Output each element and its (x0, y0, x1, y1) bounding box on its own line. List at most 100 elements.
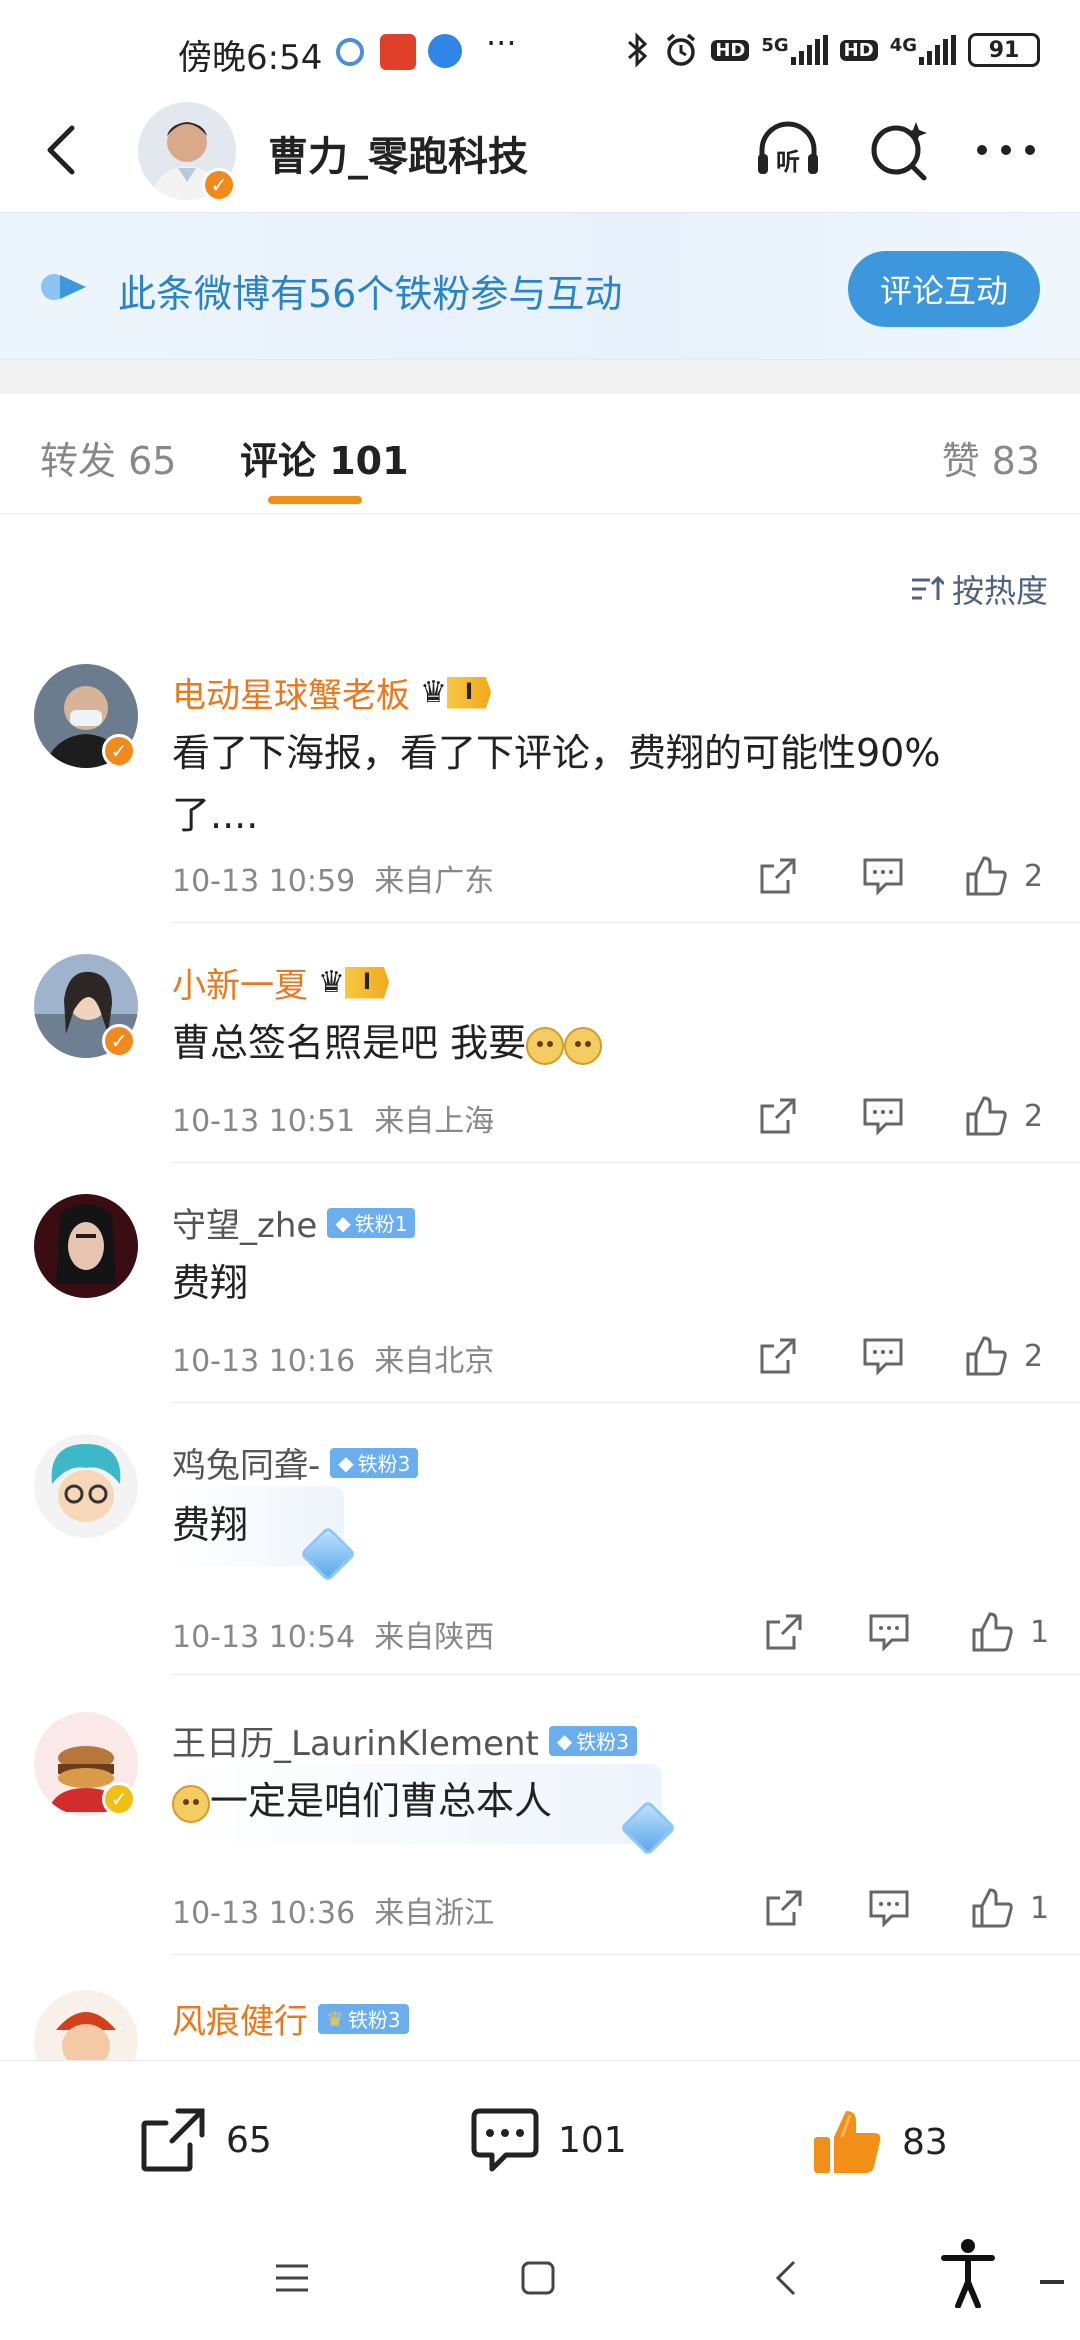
thumbs-up-icon (966, 856, 1007, 896)
comment-meta: 10-13 10:54 来自陕西 (172, 1620, 495, 1655)
app-notification-icon (336, 38, 364, 66)
diamond-icon: ◆ (556, 1728, 573, 1753)
reply-icon[interactable] (862, 856, 904, 896)
comment-button[interactable]: 101 (470, 2107, 627, 2173)
hd-badge: HD (711, 39, 750, 61)
tab-comments[interactable]: 评论 101 (240, 430, 409, 485)
like-button[interactable]: 1 (970, 1610, 1049, 1654)
commenter-name[interactable]: 王日历_LaurinKlement ◆ 铁粉3 (172, 1716, 638, 1765)
status-time: 傍晚6:54 (178, 38, 323, 78)
sort-label: 按热度 (951, 572, 1048, 610)
commenter-name[interactable]: 风痕健行 ♛ 铁粉3 (172, 1994, 409, 2043)
tab-likes[interactable]: 赞 83 (942, 430, 1040, 485)
diamond-icon: ◆ (338, 1450, 354, 1475)
comment-item: ✓ 王日历_LaurinKlement ◆ 铁粉3 一定是咱们曹总本人 10-13… (0, 1712, 1080, 1955)
reply-icon[interactable] (868, 1888, 910, 1928)
like-button[interactable]: 2 (964, 1094, 1043, 1138)
comment-meta: 10-13 10:36 来自浙江 (172, 1896, 495, 1931)
signal-4g: 4G (890, 35, 956, 65)
comment-divider (172, 1674, 1080, 1675)
member-level-badge: ♛ I (318, 965, 390, 1001)
reply-icon[interactable] (862, 1096, 904, 1136)
bluetooth-icon (628, 32, 648, 68)
share-icon[interactable] (758, 856, 798, 896)
comment-divider (172, 1402, 1080, 1403)
crown-icon: ♛ (318, 965, 345, 1000)
commenter-name[interactable]: 小新一夏 ♛ I (172, 958, 390, 1007)
crown-icon: ♛ (420, 675, 447, 710)
comment-divider (172, 1162, 1080, 1163)
sohu-notification-icon (380, 34, 416, 70)
commenter-name[interactable]: 守望_zhe ◆ 铁粉1 (172, 1198, 416, 1247)
fan-badge: ◆ 铁粉1 (327, 1207, 416, 1238)
doge-emoji-icon (564, 1026, 603, 1065)
reply-icon[interactable] (868, 1612, 910, 1652)
system-nav-bar (0, 2210, 1080, 2340)
doge-emoji-icon (526, 1026, 565, 1065)
more-menu-icon[interactable] (970, 114, 1042, 186)
like-button[interactable]: 1 (970, 1886, 1049, 1930)
listen-headphone-icon[interactable]: 听 (752, 114, 824, 186)
like-count: 1 (1030, 1890, 1050, 1926)
commenter-avatar[interactable] (34, 1990, 138, 2060)
feishu-notification-icon (428, 34, 462, 68)
comment-item: 鸡兔同聋- ◆ 铁粉3 费翔 10-13 10:54 来自陕西 1 (0, 1434, 1080, 1675)
status-indicators: HD 5G HD 4G 91 (625, 32, 1040, 68)
like-post-button[interactable]: 83 (812, 2107, 948, 2177)
like-button[interactable]: 2 (964, 854, 1043, 898)
fan-interaction-banner[interactable]: 此条微博有56个铁粉参与互动 评论互动 (0, 212, 1080, 360)
status-bar: 傍晚6:54 ··· HD 5G HD 4G 91 (0, 0, 1080, 90)
alarm-icon (667, 33, 696, 66)
share-icon[interactable] (758, 1096, 798, 1136)
accessibility-icon[interactable] (940, 2238, 996, 2308)
like-count: 1 (1030, 1614, 1050, 1650)
share-icon[interactable] (764, 1612, 804, 1652)
member-level-badge: ♛ I (420, 675, 492, 711)
signal-5g: 5G (761, 35, 828, 65)
comment-interaction-button[interactable]: 评论互动 (848, 251, 1040, 327)
page-title: 曹力_零跑科技 (268, 134, 528, 180)
search-sparkle-icon[interactable] (862, 114, 934, 186)
comment-item: ✓ 小新一夏 ♛ I 曹总签名照是吧 我要 10-13 10:51 来自上海 2 (0, 954, 1080, 1164)
hd-badge-2: HD (839, 39, 878, 61)
like-count: 2 (1024, 1098, 1044, 1134)
comment-meta: 10-13 10:16 来自北京 (172, 1344, 495, 1379)
comment-item: 守望_zhe ◆ 铁粉1 费翔 10-13 10:16 来自北京 2 (0, 1194, 1080, 1404)
repost-count: 65 (226, 2119, 272, 2161)
commenter-name[interactable]: 电动星球蟹老板 ♛ I (172, 668, 492, 717)
diamond-icon: ◆ (335, 1210, 351, 1235)
reply-icon[interactable] (862, 1336, 904, 1376)
verified-badge-icon: ✓ (102, 734, 136, 768)
thumbs-up-icon (966, 1336, 1007, 1376)
home-icon[interactable] (518, 2258, 558, 2298)
commenter-avatar[interactable] (34, 1194, 138, 1298)
thumbs-up-icon (966, 1096, 1007, 1136)
share-icon[interactable] (758, 1336, 798, 1376)
section-gap (0, 360, 1080, 394)
commenter-avatar[interactable] (34, 1434, 138, 1538)
nav-back-icon[interactable] (768, 2258, 808, 2298)
nav-bar-indicator (1040, 2280, 1064, 2284)
fan-badge: ♛ 铁粉3 (318, 2003, 409, 2034)
comment-text: 一定是咱们曹总本人 (172, 1770, 1012, 1832)
sort-by-hot-button[interactable]: 按热度 (910, 566, 1048, 612)
like-button[interactable]: 2 (964, 1334, 1043, 1378)
comment-divider (172, 922, 1080, 923)
thumbs-up-filled-icon (814, 2111, 881, 2173)
comment-count: 101 (558, 2119, 627, 2161)
comment-item: ✓ 电动星球蟹老板 ♛ I 看了下海报，看了下评论，费翔的可能性90%了.... … (0, 664, 1080, 924)
banner-text: 此条微博有56个铁粉参与互动 (118, 272, 623, 316)
comment-text: 费翔 (172, 1261, 249, 1305)
recent-apps-icon[interactable] (272, 2258, 312, 2298)
comment-text: 曹总签名照是吧 我要 (172, 1012, 1012, 1074)
commenter-name[interactable]: 鸡兔同聋- ◆ 铁粉3 (172, 1438, 419, 1487)
verified-badge-icon: ✓ (102, 1782, 136, 1816)
repost-icon (141, 2108, 205, 2172)
comment-text: 费翔 (172, 1503, 249, 1547)
app-root: { "status_bar": {"time": "傍晚6:54", "net_… (0, 0, 1080, 2340)
repost-button[interactable]: 65 (138, 2107, 272, 2173)
back-arrow-icon[interactable] (38, 120, 86, 180)
thumbs-up-icon (972, 1612, 1013, 1652)
share-icon[interactable] (764, 1888, 804, 1928)
tab-reposts[interactable]: 转发 65 (40, 430, 176, 485)
